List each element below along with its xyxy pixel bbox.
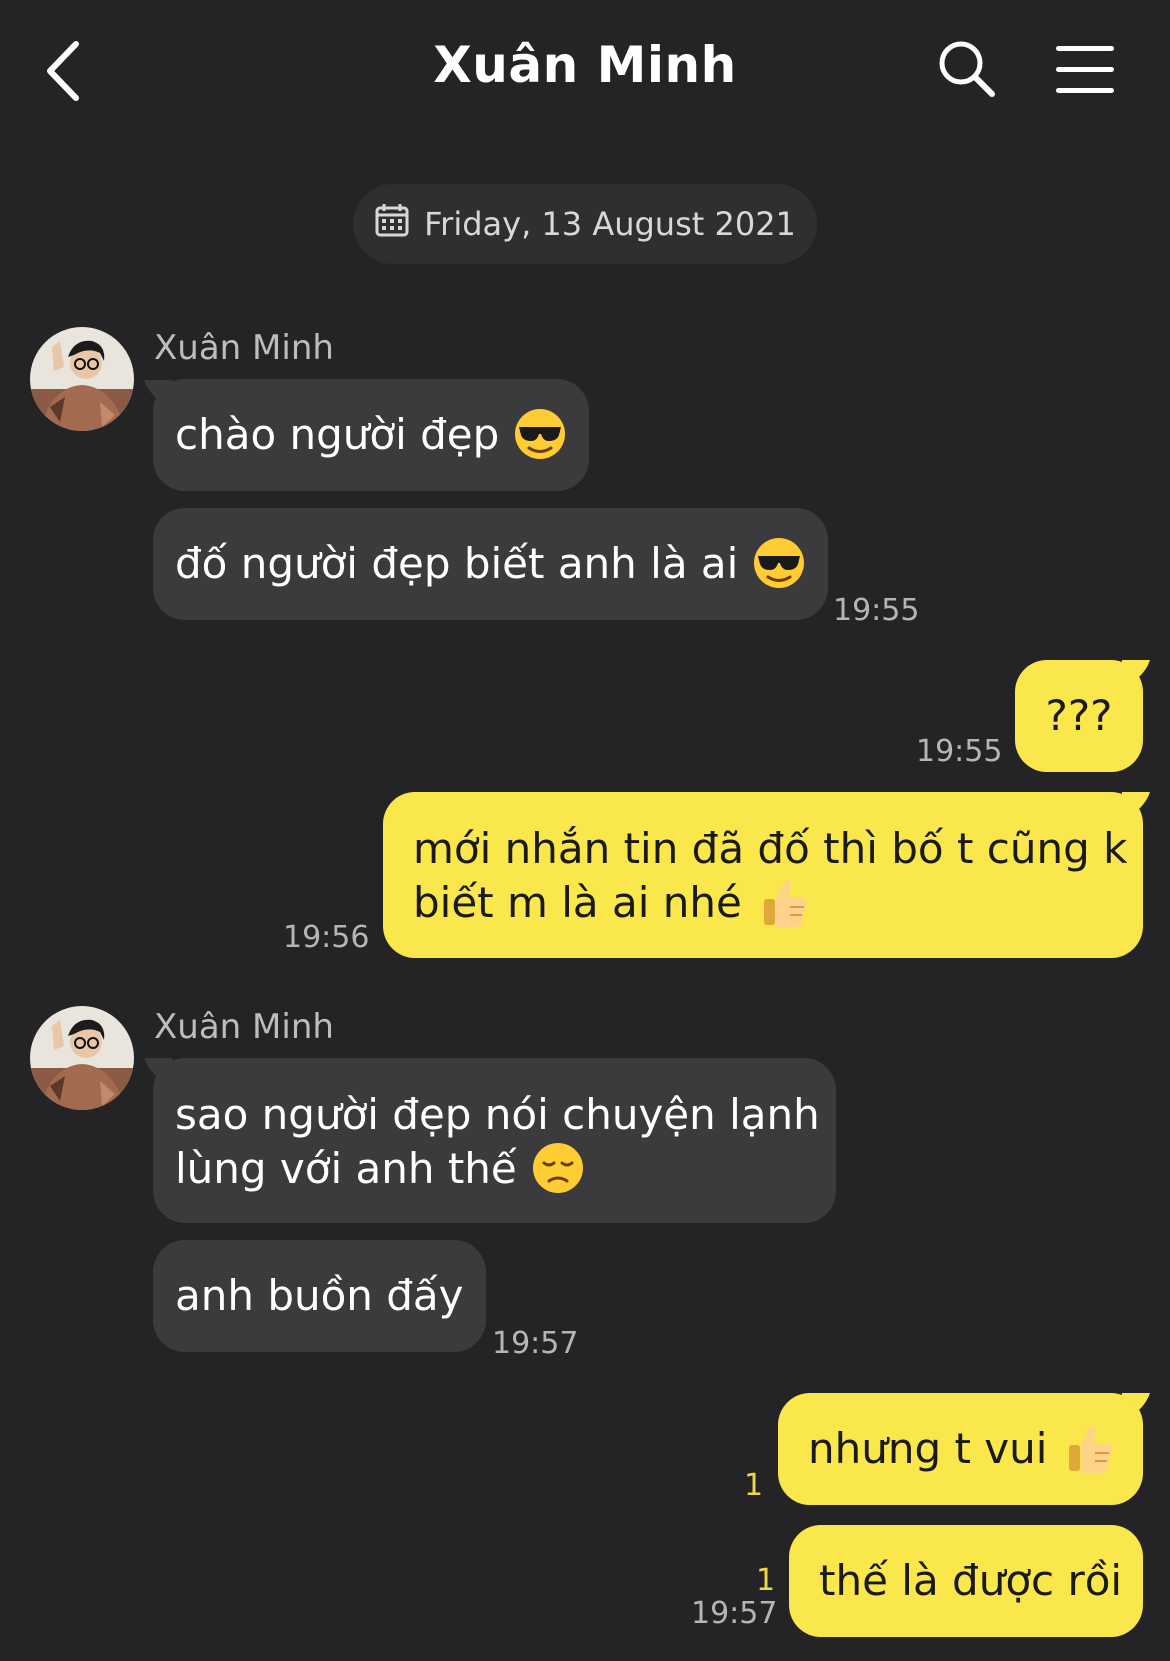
message-text-line: lùng với anh thế (175, 1144, 517, 1193)
thumbs-up-emoji-icon (1069, 1425, 1112, 1473)
sender-name: Xuân Minh (154, 328, 334, 368)
message-text: ??? (1045, 691, 1113, 740)
sunglasses-emoji-icon (515, 408, 566, 459)
unread-count: 1 (744, 1468, 764, 1503)
date-label: Friday, 13 August 2021 (424, 205, 796, 243)
date-divider: Friday, 13 August 2021 (353, 184, 817, 264)
message-time: 19:55 (916, 734, 1003, 769)
message-bubble-incoming[interactable]: đố người đẹp biết anh là ai (153, 508, 829, 620)
message-bubble-incoming[interactable]: anh buồn đấy (153, 1240, 486, 1352)
message-text: thế là được rồi (819, 1556, 1123, 1605)
search-icon[interactable] (936, 38, 998, 100)
disappointed-face-emoji-icon (532, 1142, 583, 1193)
sender-name: Xuân Minh (154, 1007, 334, 1047)
message-text: đố người đẹp biết anh là ai (175, 539, 739, 588)
message-bubble-incoming[interactable]: sao người đẹp nói chuyện lạnh lùng với a… (153, 1058, 836, 1223)
thumbs-up-emoji-icon (763, 879, 807, 927)
message-text-line: mới nhắn tin đã đố thì bố t cũng k (413, 824, 1128, 873)
message-text-line: biết m là ai nhé (413, 878, 742, 927)
message-bubble-outgoing[interactable]: thế là được rồi (789, 1525, 1143, 1637)
avatar[interactable] (30, 1006, 134, 1110)
message-text-line: sao người đẹp nói chuyện lạnh (175, 1090, 820, 1139)
sunglasses-emoji-icon (754, 537, 805, 588)
message-bubble-incoming[interactable]: chào người đẹp (153, 379, 590, 491)
message-bubble-outgoing[interactable]: ??? (1015, 660, 1143, 772)
message-text: anh buồn đấy (175, 1271, 464, 1320)
message-time: 19:56 (283, 920, 370, 955)
menu-icon[interactable] (1052, 42, 1118, 96)
avatar[interactable] (30, 327, 134, 431)
message-bubble-outgoing[interactable]: mới nhắn tin đã đố thì bố t cũng k biết … (383, 792, 1143, 958)
message-time: 19:57 (492, 1326, 579, 1361)
message-time: 19:55 (833, 593, 920, 628)
message-bubble-outgoing[interactable]: nhưng t vui (778, 1393, 1143, 1505)
message-text: chào người đẹp (175, 410, 500, 459)
message-time: 19:57 (691, 1596, 778, 1631)
message-text: nhưng t vui (808, 1424, 1048, 1473)
calendar-icon (374, 202, 410, 246)
unread-count: 1 (756, 1563, 776, 1598)
